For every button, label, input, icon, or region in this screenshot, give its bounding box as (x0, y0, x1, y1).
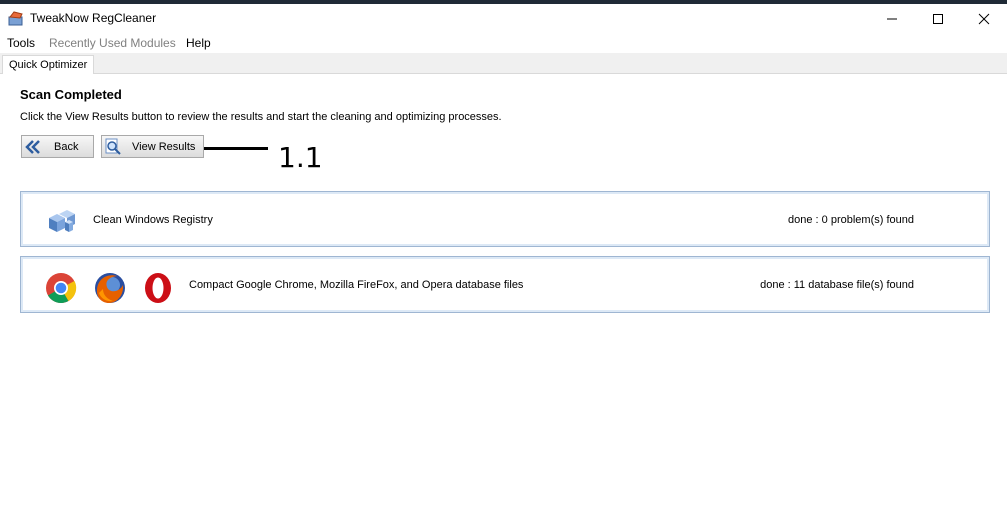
registry-panel[interactable]: Clean Windows Registry done : 0 problem(… (20, 191, 990, 247)
panel-label: Clean Windows Registry (93, 214, 213, 226)
menu-bar: Tools Recently Used Modules Help (0, 34, 1007, 53)
app-icon (8, 11, 24, 27)
maximize-icon (933, 14, 943, 24)
firefox-icon (93, 271, 127, 309)
panel-label: Compact Google Chrome, Mozilla FireFox, … (189, 279, 524, 291)
tab-quick-optimizer[interactable]: Quick Optimizer (2, 55, 95, 75)
annotation-line (204, 147, 268, 150)
double-chevron-left-icon (24, 138, 42, 156)
main-content: Scan Completed Click the View Results bu… (0, 74, 1007, 519)
opera-icon (142, 272, 174, 308)
close-icon (978, 13, 990, 25)
annotation-label: 1.1 (278, 141, 323, 174)
back-button-label: Back (54, 140, 79, 153)
chrome-icon (45, 272, 77, 308)
menu-recently-used-modules[interactable]: Recently Used Modules (49, 36, 176, 50)
maximize-button[interactable] (915, 4, 961, 34)
magnifier-document-icon (104, 138, 122, 156)
tab-strip: Quick Optimizer (0, 53, 1007, 75)
view-results-button[interactable]: View Results (101, 135, 204, 158)
view-results-label: View Results (132, 140, 196, 153)
browser-db-panel[interactable]: Compact Google Chrome, Mozilla FireFox, … (20, 256, 990, 313)
back-button[interactable]: Back (21, 135, 94, 158)
panel-status: done : 11 database file(s) found (760, 279, 914, 291)
window-title: TweakNow RegCleaner (30, 11, 157, 25)
menu-tools[interactable]: Tools (7, 36, 35, 50)
title-bar[interactable]: TweakNow RegCleaner (0, 4, 1007, 34)
page-description: Click the View Results button to review … (20, 111, 502, 123)
page-title: Scan Completed (20, 87, 122, 102)
minimize-icon (887, 18, 897, 20)
panel-status: done : 0 problem(s) found (788, 214, 914, 226)
minimize-button[interactable] (869, 4, 915, 34)
close-button[interactable] (961, 4, 1007, 34)
registry-cubes-icon (45, 206, 77, 242)
menu-help[interactable]: Help (186, 36, 211, 50)
